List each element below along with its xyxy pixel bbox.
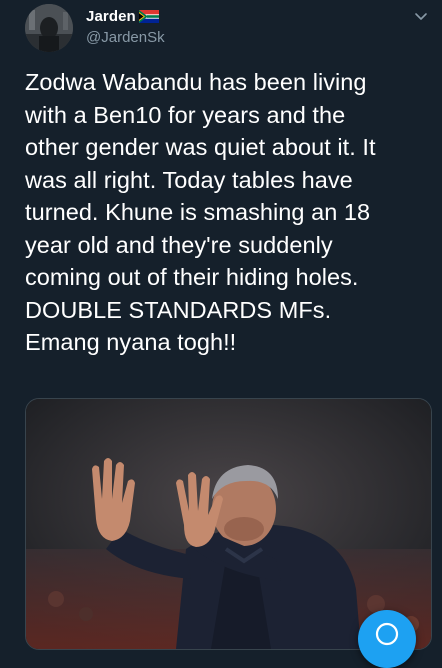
photo-man-raising-hands-icon xyxy=(26,399,431,649)
compose-icon xyxy=(375,622,399,646)
tweet-header: Jarden @JardenSk xyxy=(86,6,386,47)
tweet-media-photo[interactable] xyxy=(25,398,432,650)
tweet[interactable]: Jarden @JardenSk Zodwa Wabandu has been … xyxy=(0,0,442,668)
author-display-name[interactable]: Jarden xyxy=(86,8,136,25)
south-africa-flag-icon xyxy=(138,9,159,23)
user-avatar-icon xyxy=(25,4,73,52)
tweet-text: Zodwa Wabandu has been living with a Ben… xyxy=(25,69,376,355)
avatar[interactable] xyxy=(25,4,73,52)
author-handle[interactable]: @JardenSk xyxy=(86,29,386,46)
author-name-row: Jarden xyxy=(86,6,386,26)
compose-button[interactable] xyxy=(358,610,416,668)
chevron-down-icon[interactable] xyxy=(414,10,428,24)
